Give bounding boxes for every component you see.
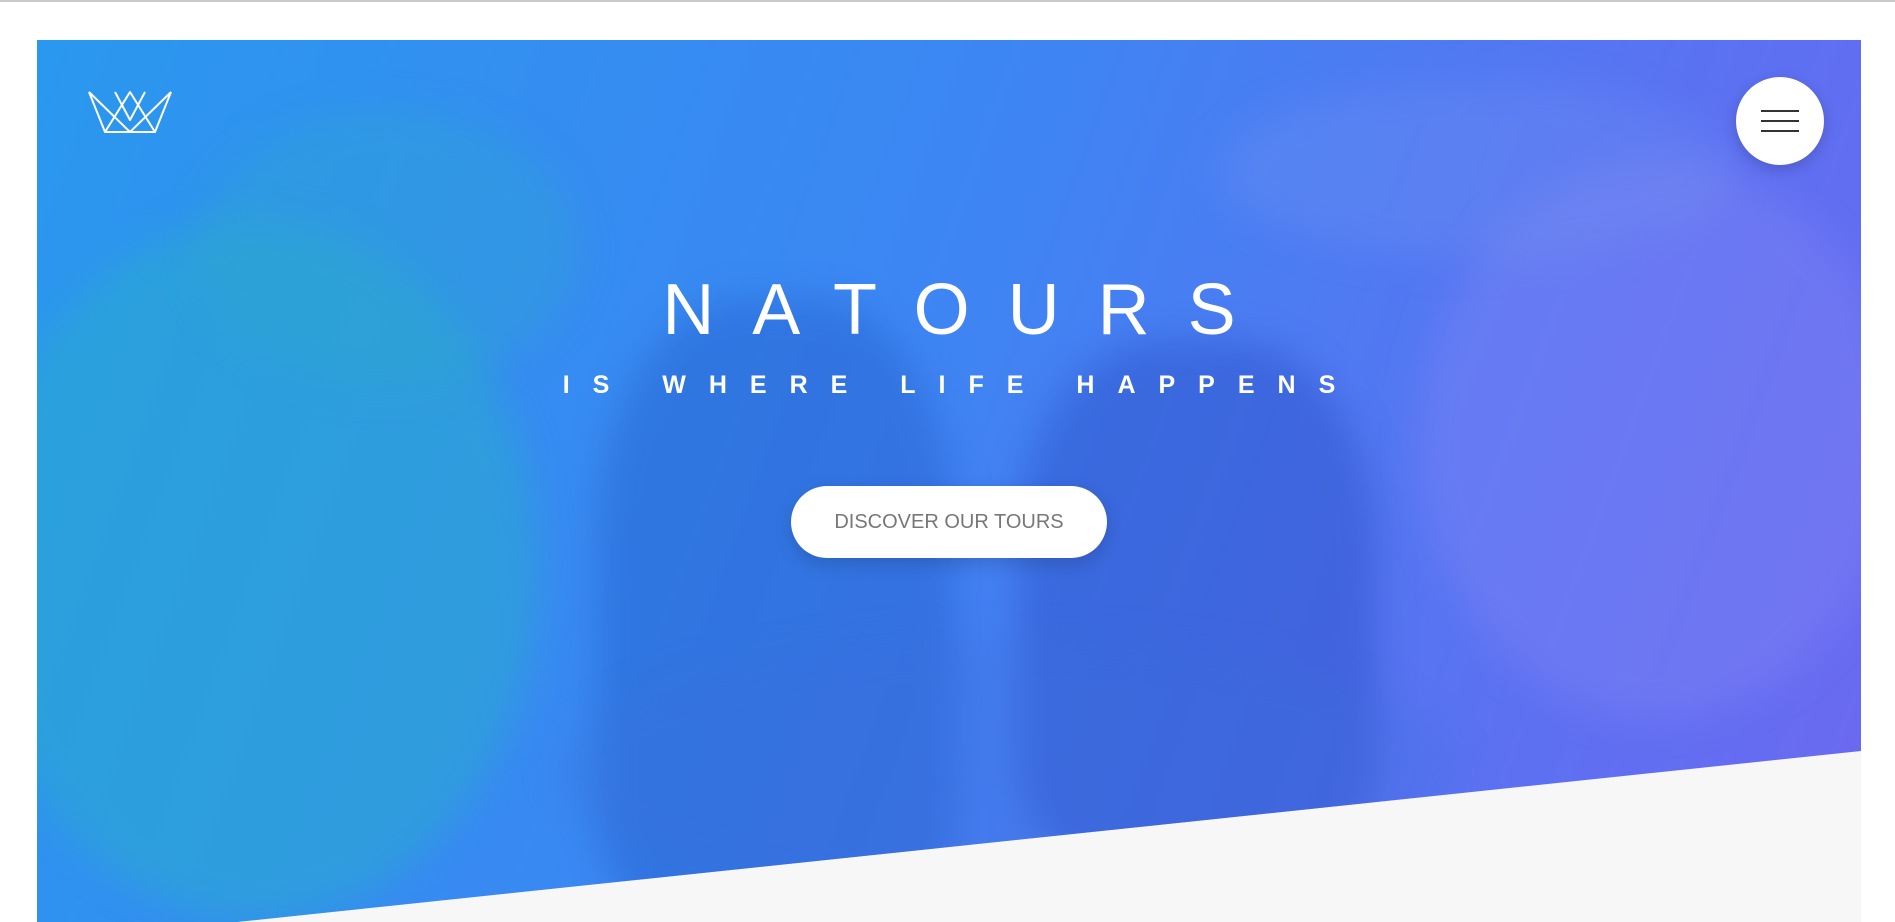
crown-logo-icon[interactable] [87,88,173,136]
page-frame: NATOURS IS WHERE LIFE HAPPENS DISCOVER O… [37,40,1861,922]
hero-heading: NATOURS IS WHERE LIFE HAPPENS [37,265,1861,401]
hero-title: NATOURS [662,270,1274,350]
hero-subtitle: IS WHERE LIFE HAPPENS [562,371,1359,399]
discover-tours-button[interactable]: DISCOVER OUR TOURS [791,486,1107,558]
top-border [0,0,1895,2]
hamburger-icon [1761,110,1799,132]
menu-button[interactable] [1736,77,1824,165]
hero-background-image [37,40,1861,922]
hero-section: NATOURS IS WHERE LIFE HAPPENS DISCOVER O… [37,40,1861,922]
